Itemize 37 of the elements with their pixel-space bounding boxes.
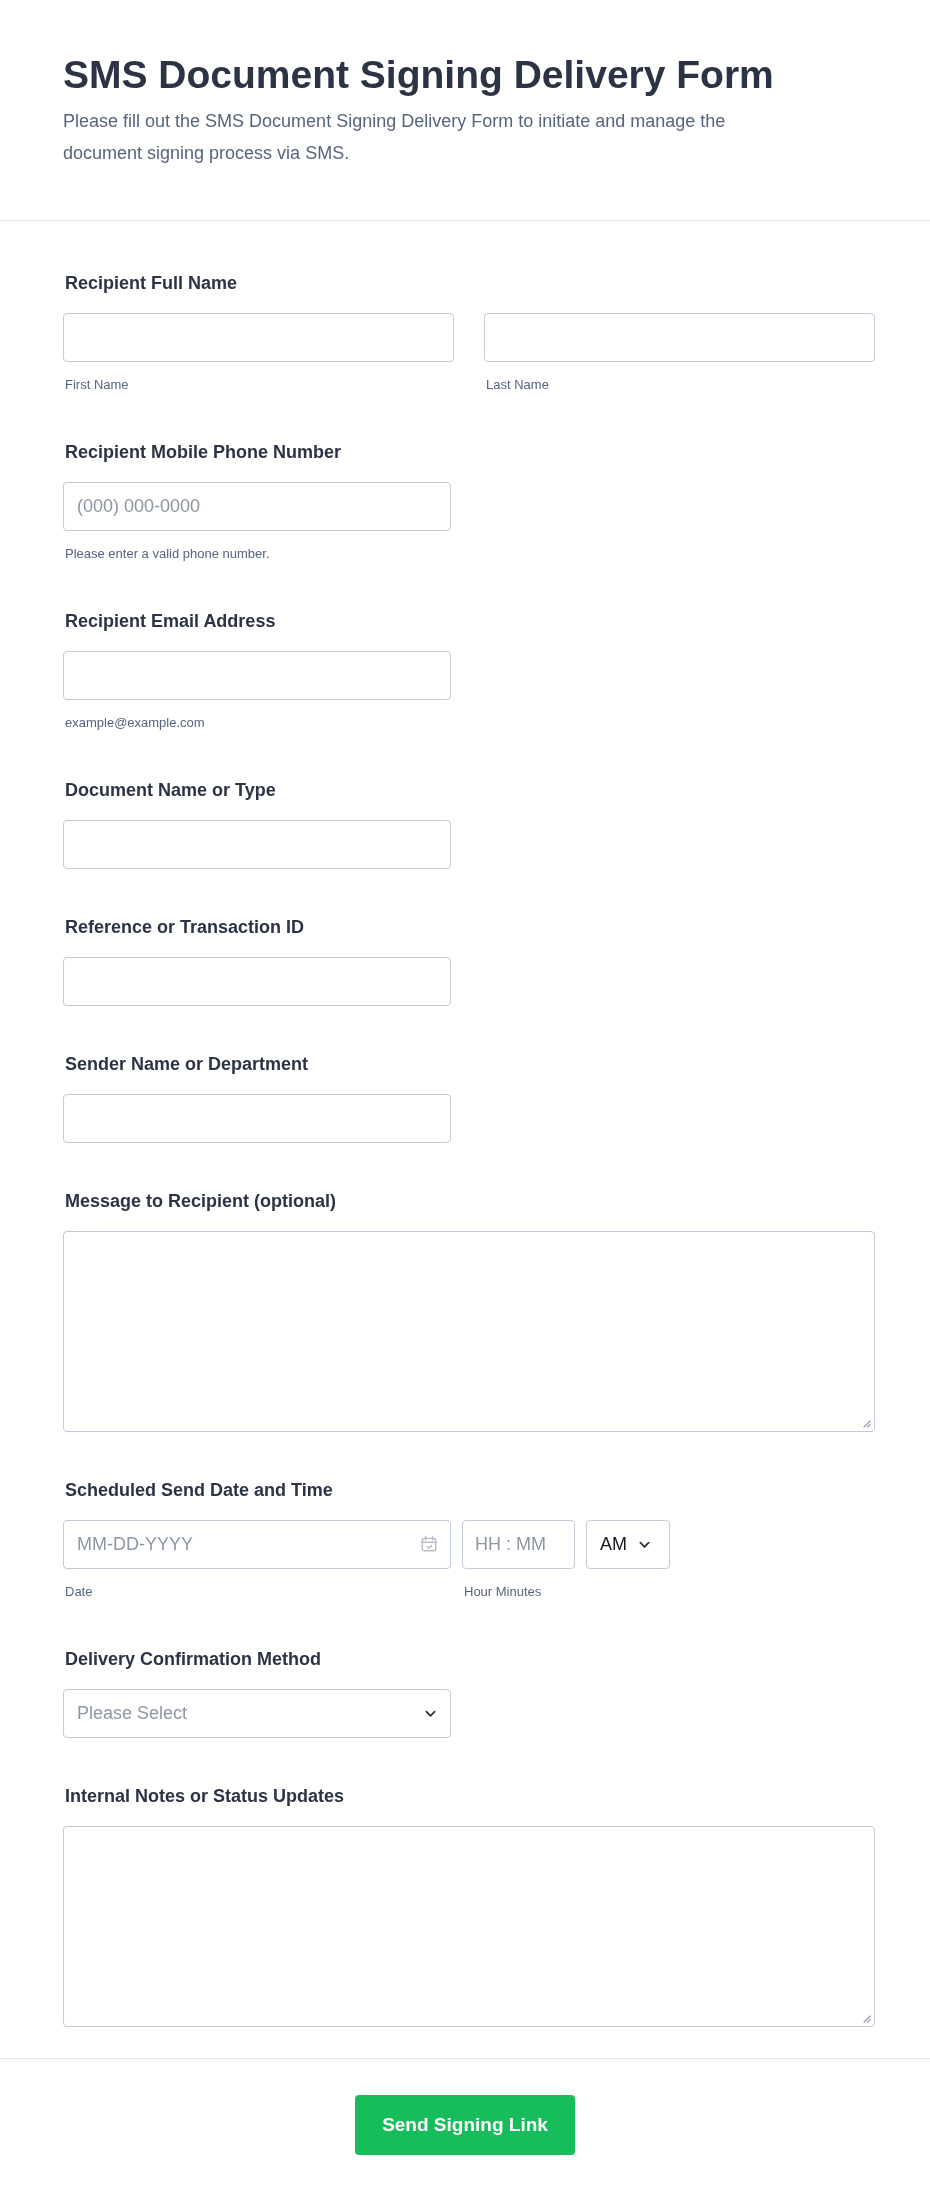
input-field[interactable] (63, 1094, 451, 1143)
resize-grip-icon (861, 1418, 871, 1428)
input-field[interactable] (484, 313, 875, 362)
text-area[interactable] (63, 1231, 875, 1432)
field-sublabel: Last Name (486, 376, 550, 394)
field-label: Delivery Confirmation Method (65, 1648, 323, 1671)
input-field[interactable]: (000) 000-0000 (63, 482, 451, 531)
input-field[interactable] (63, 313, 454, 362)
calendar-icon (420, 1535, 438, 1553)
ampm-dropdown[interactable]: AM (586, 1520, 670, 1569)
resize-grip-icon (861, 2013, 871, 2023)
chevron-down-icon (639, 1540, 650, 1549)
field-label: Document Name or Type (65, 779, 277, 802)
field-label: Sender Name or Department (65, 1053, 310, 1076)
input-field[interactable] (63, 957, 451, 1006)
field-label: Recipient Email Address (65, 610, 277, 633)
field-label: Message to Recipient (optional) (65, 1190, 338, 1213)
form-title: SMS Document Signing Delivery Form (63, 53, 775, 97)
chevron-down-icon (425, 1709, 436, 1718)
field-label: Internal Notes or Status Updates (65, 1785, 346, 1808)
field-label: Scheduled Send Date and Time (65, 1479, 334, 1502)
field-label: Recipient Full Name (65, 272, 239, 295)
input-field[interactable] (63, 651, 451, 700)
form-description: Please fill out the SMS Document Signing Delivery Form to initiate and manage the document signing process via SMS. (63, 110, 727, 165)
field-sublabel: First Name (65, 376, 130, 394)
field-sublabel: Hour Minutes (464, 1583, 543, 1601)
field-label: Reference or Transaction ID (65, 916, 306, 939)
field-sublabel: Date (65, 1583, 94, 1601)
dropdown-field[interactable]: Please Select (63, 1689, 451, 1738)
date-field[interactable]: MM-DD-YYYY (63, 1520, 451, 1569)
text-area[interactable] (63, 1826, 875, 2027)
input-field[interactable] (63, 820, 451, 869)
field-label: Recipient Mobile Phone Number (65, 441, 343, 464)
field-sublabel: example@example.com (65, 714, 206, 732)
input-field[interactable]: HH : MM (462, 1520, 575, 1569)
field-sublabel: Please enter a valid phone number. (65, 545, 271, 563)
submit-button[interactable]: Send Signing Link (355, 2095, 575, 2155)
